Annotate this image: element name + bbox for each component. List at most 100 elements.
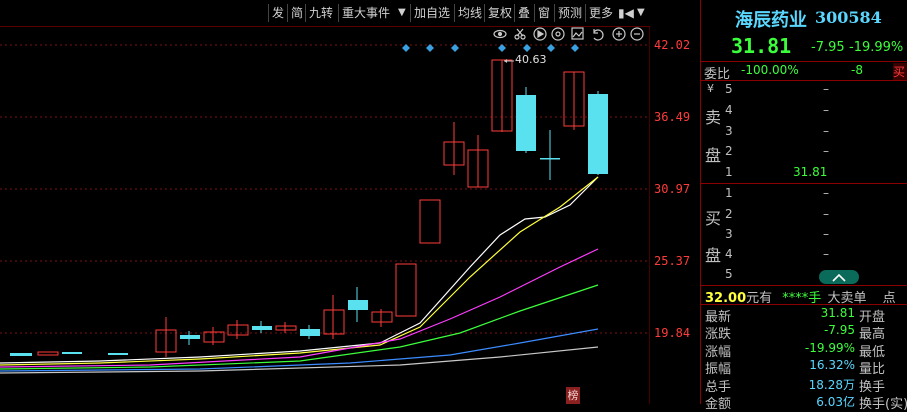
quote-value: -7.95 [823, 323, 855, 337]
camera-icon [551, 27, 565, 41]
event-marker [402, 44, 410, 52]
toolbar-button-fa[interactable]: 发 [268, 4, 287, 22]
event-marker [498, 44, 506, 52]
menu-dropdown-icon[interactable]: ▼ [637, 4, 645, 22]
toolbar-button-window[interactable]: 窗 [534, 4, 553, 22]
event-marker [426, 44, 434, 52]
chevron-up-icon [832, 273, 846, 282]
price-change-pct: -19.99% [849, 40, 904, 55]
quote-label-right: 量比 [859, 362, 886, 377]
divider [701, 61, 907, 62]
price-tick: 30.97 [654, 182, 691, 196]
candle [37, 351, 59, 356]
buy-level: 2 [725, 207, 733, 221]
sell-level: 2 [725, 144, 733, 158]
quote-label-right: 换手(实) [859, 397, 907, 412]
toolbar-button-overlay[interactable]: 叠 [514, 4, 533, 22]
candle [540, 130, 560, 180]
toolbar-button-adjust[interactable]: 复权 [484, 4, 515, 22]
ma10-line [0, 176, 599, 366]
weibi-value: -100.00% [741, 63, 799, 77]
buy-level: 1 [725, 186, 733, 200]
sell-label-2: 盘 [705, 146, 722, 165]
image-icon [571, 27, 584, 40]
sell-price: 31.81 [793, 165, 828, 179]
current-price: 31.81 [731, 34, 792, 58]
quote-value: 31.81 [820, 306, 855, 320]
rank-tag[interactable]: 榜 [566, 387, 580, 404]
candle [227, 320, 249, 339]
candle [443, 122, 465, 175]
play-icon [533, 27, 547, 41]
candle [323, 295, 345, 339]
candle [275, 322, 297, 333]
buy-level: 5 [725, 267, 733, 281]
candle [563, 71, 585, 130]
sell-price: – [823, 144, 829, 158]
quote-label-right: 最高 [859, 327, 886, 342]
price-change: -7.95 [811, 40, 845, 55]
buy-tag[interactable]: 买 [893, 63, 907, 80]
buy-label-1: 买 [705, 209, 722, 228]
toolbar-button-jian[interactable]: 简 [287, 4, 306, 22]
buy-price: – [823, 247, 829, 261]
price-tick: 42.02 [654, 38, 691, 52]
expand-button[interactable] [819, 270, 859, 284]
toolbar-button-ma[interactable]: 均线 [454, 4, 485, 22]
divider [701, 285, 907, 286]
sell-level: 1 [725, 165, 733, 179]
collapse-left-icon[interactable]: ▮◀ [618, 4, 634, 22]
toolbar-button-forecast[interactable]: 预测 [554, 4, 585, 22]
candle [467, 135, 489, 188]
quote-value: 16.32% [809, 358, 855, 372]
toolbar-button-events[interactable]: 重大事件 [338, 4, 393, 22]
undo-icon [593, 29, 604, 41]
kline-chart-svg [0, 27, 651, 404]
candle [10, 353, 32, 356]
eye-icon [493, 29, 507, 39]
buy-label-2: 盘 [705, 246, 722, 265]
candle [108, 353, 128, 355]
candle [491, 59, 513, 132]
sell-price: – [823, 124, 829, 138]
sell-level: 3 [725, 124, 733, 138]
weicha-value: -8 [851, 63, 863, 77]
stock-name: 海辰药业 [735, 10, 807, 31]
buy-price: – [823, 207, 829, 221]
toolbar-button-jiuzhuan[interactable]: 九转 [305, 4, 336, 22]
quote-value: -19.99% [804, 341, 855, 355]
zoom-out-icon [630, 27, 644, 41]
event-marker [571, 44, 579, 52]
buy-level: 4 [725, 247, 733, 261]
event-marker [451, 44, 459, 52]
event-marker [523, 44, 531, 52]
price-tick: 19.84 [654, 326, 691, 340]
quote-value: 6.03亿 [816, 395, 855, 409]
scissors-icon [514, 28, 526, 40]
events-dropdown-icon[interactable]: ▼ [398, 4, 406, 22]
sell-level: 5 [725, 82, 733, 96]
buy-level: 3 [725, 227, 733, 241]
sell-level: 4 [725, 103, 733, 117]
event-marker [547, 44, 555, 52]
candle [395, 263, 417, 317]
sell-price: – [823, 103, 829, 117]
divider [701, 80, 907, 81]
toolbar-button-add-watchlist[interactable]: 加自选 [410, 4, 453, 22]
zoom-in-icon [612, 27, 626, 41]
candle [300, 325, 320, 339]
yen-icon: ¥ [707, 82, 714, 95]
toolbar-button-more[interactable]: 更多 [585, 4, 616, 22]
ma60-line [0, 328, 599, 372]
kline-chart[interactable]: 40.63 榜 [0, 27, 651, 404]
quote-label: 振幅 [705, 362, 732, 377]
buy-price: – [823, 227, 829, 241]
candle [155, 317, 177, 357]
candle [588, 91, 608, 175]
divider [701, 183, 907, 184]
candle [62, 352, 82, 354]
candle [252, 321, 272, 333]
candle [371, 309, 393, 327]
price-tick: 25.37 [654, 254, 691, 268]
candle [419, 199, 441, 244]
